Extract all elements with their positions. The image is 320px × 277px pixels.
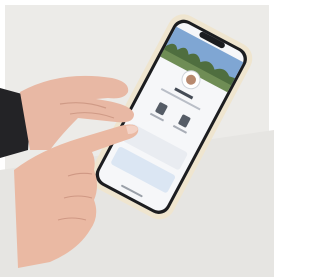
photo-hand-holding-phone xyxy=(0,0,274,277)
